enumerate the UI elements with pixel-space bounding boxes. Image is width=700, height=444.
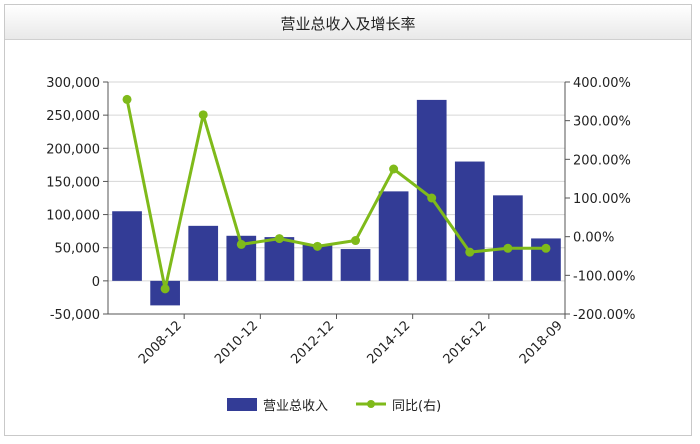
growth-point	[160, 284, 170, 294]
chart-canvas: 300,000 250,000 200,000 150,000 100,000 50,00…	[46, 76, 636, 414]
growth-point	[198, 110, 208, 120]
y-left-tick-label: 300,000	[46, 76, 100, 91]
growth-point	[465, 247, 475, 257]
growth-point	[351, 236, 361, 246]
y-left-tick-label: 0	[92, 275, 100, 290]
y-right-tick-label: -100.00%	[573, 269, 636, 284]
y-right-tick-label: 400.00%	[573, 76, 631, 91]
legend-line-marker	[367, 400, 375, 408]
bar	[378, 191, 409, 281]
x-tick-label: 2008-12	[136, 318, 185, 367]
x-tick-label: 2010-12	[212, 318, 261, 367]
y-right-tick-label: 100.00%	[573, 192, 631, 207]
x-tick-label: 2014-12	[364, 318, 413, 367]
growth-point	[274, 234, 284, 244]
bar	[188, 225, 219, 281]
y-left-tick-label: 150,000	[46, 175, 100, 190]
bar	[454, 161, 485, 281]
growth-point	[312, 241, 322, 251]
x-tick-label: 2016-12	[441, 318, 490, 367]
growth-point	[122, 94, 132, 104]
y-left-tick-label: 50,000	[55, 242, 101, 257]
y-left-tick-label: -50,000	[50, 308, 100, 323]
bar	[340, 249, 371, 281]
y-right-tick-label: -200.00%	[573, 308, 636, 323]
y-left-tick-label: 200,000	[46, 142, 100, 157]
y-left-tick-label: 100,000	[46, 209, 100, 224]
growth-point	[427, 193, 437, 203]
y-right-tick-label: 0.00%	[573, 231, 614, 246]
legend-bar-swatch	[227, 398, 257, 411]
bar	[112, 211, 142, 281]
y-right-tick-label: 300.00%	[573, 115, 631, 130]
legend-bar-label: 营业总收入	[263, 399, 328, 414]
y-left-tick-label: 250,000	[46, 109, 100, 124]
growth-point	[503, 243, 513, 253]
x-tick-label: 2012-12	[288, 318, 337, 367]
growth-point	[389, 164, 399, 174]
bar	[493, 195, 523, 281]
x-tick-label: 2018-09	[517, 318, 566, 367]
legend-line-label: 同比(右)	[392, 399, 441, 414]
growth-point	[236, 239, 246, 249]
y-right-tick-label: 200.00%	[573, 153, 631, 168]
growth-point	[541, 243, 551, 253]
bar	[264, 237, 295, 281]
